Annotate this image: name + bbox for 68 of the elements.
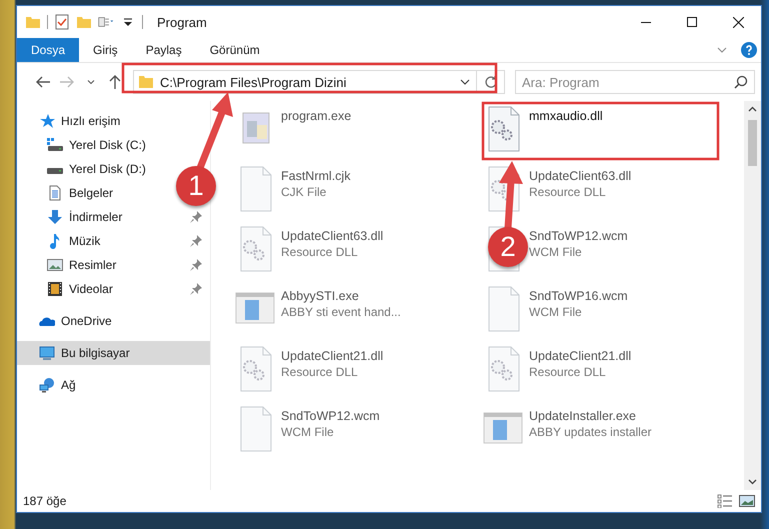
address-bar[interactable]: C:\Program Files\Program Dizini — [133, 70, 505, 94]
file-type: ABBY sti event hand... — [281, 305, 401, 319]
sidebar-item[interactable]: Yerel Disk (D:) — [17, 157, 152, 181]
details-view-icon[interactable] — [717, 494, 733, 508]
ribbon-tab[interactable]: Paylaş — [132, 38, 196, 62]
file-type: Resource DLL — [281, 365, 359, 379]
help-icon[interactable] — [741, 42, 757, 58]
file-name[interactable]: UpdateClient63.dll — [281, 229, 384, 243]
file-name[interactable]: UpdateClient21.dll — [281, 349, 384, 363]
drive-icon — [47, 168, 63, 174]
film-icon — [47, 281, 63, 297]
chevron-icon[interactable] — [717, 47, 727, 53]
callout-arrow — [499, 161, 523, 228]
download-icon — [47, 209, 63, 225]
monitor-icon — [39, 345, 55, 361]
picture-icon — [47, 257, 63, 273]
sidebar-item[interactable]: OneDrive — [17, 309, 118, 333]
maximize-icon[interactable] — [687, 17, 697, 27]
file-name[interactable]: UpdateClient63.dll — [529, 169, 632, 183]
back-arrow-icon[interactable] — [36, 76, 50, 88]
sidebar-item[interactable]: İndirmeler — [17, 205, 128, 229]
caret-icon[interactable] — [87, 80, 95, 84]
folder-icon — [138, 74, 154, 90]
up-arrow-icon[interactable] — [109, 75, 121, 89]
sidebar-item[interactable]: Yerel Disk (C:) — [17, 133, 152, 157]
file-type: WCM File — [529, 305, 583, 319]
address-path: C:\Program Files\Program Dizini — [160, 74, 348, 90]
file-name[interactable]: AbbyySTI.exe — [281, 289, 401, 303]
file-name[interactable]: UpdateInstaller.exe — [529, 409, 652, 423]
file-name[interactable]: program.exe — [281, 109, 352, 123]
scroll-thumb[interactable] — [748, 120, 757, 166]
close-icon[interactable] — [732, 16, 744, 28]
search-field[interactable]: Ara: Program — [515, 70, 755, 94]
file-type: WCM File — [281, 425, 335, 439]
sidebar-item[interactable]: Bu bilgisayar — [17, 341, 210, 365]
scrollbar[interactable] — [744, 101, 761, 490]
document-icon — [47, 185, 63, 201]
sidebar-item[interactable]: Ağ — [17, 373, 82, 397]
file-name[interactable]: FastNrml.cjk — [281, 169, 350, 183]
file-type: Resource DLL — [529, 365, 607, 379]
file-name[interactable]: SndToWP12.wcm — [281, 409, 380, 423]
file-type: WCM File — [529, 245, 583, 259]
dropdown-caret-icon[interactable] — [460, 79, 470, 85]
network-icon — [39, 377, 55, 393]
sidebar-item[interactable]: Videolar — [17, 277, 119, 301]
ribbon-tab[interactable]: Giriş — [79, 38, 132, 62]
file-name[interactable]: mmxaudio.dll — [529, 109, 603, 123]
file-name[interactable]: SndToWP16.wcm — [529, 289, 628, 303]
ribbon-tab[interactable]: Dosya — [17, 38, 80, 62]
thumbnail-view-icon[interactable] — [739, 494, 755, 508]
item-count: 187 öğe — [23, 494, 66, 508]
refresh-icon[interactable] — [484, 75, 498, 89]
file-type: Resource DLL — [529, 185, 607, 199]
file-name[interactable]: UpdateClient21.dll — [529, 349, 632, 363]
sidebar-item[interactable]: Müzik — [17, 229, 106, 253]
sidebar-item[interactable]: Belgeler — [17, 181, 120, 205]
checklist-icon[interactable] — [54, 14, 70, 30]
star-icon — [39, 113, 55, 129]
file-type: Resource DLL — [281, 245, 359, 259]
drive-icon — [47, 137, 63, 153]
file-type: CJK File — [281, 185, 328, 199]
file-type: ABBY updates installer — [529, 425, 652, 439]
window-title: Program — [157, 14, 207, 30]
search-icon — [734, 75, 748, 89]
sidebar-item[interactable]: Hızlı erişim — [17, 109, 126, 133]
sidebar-item[interactable]: Resimler — [17, 253, 122, 277]
file-name[interactable]: SndToWP12.wcm — [529, 229, 628, 243]
ribbon-tab[interactable]: Görünüm — [196, 38, 274, 62]
